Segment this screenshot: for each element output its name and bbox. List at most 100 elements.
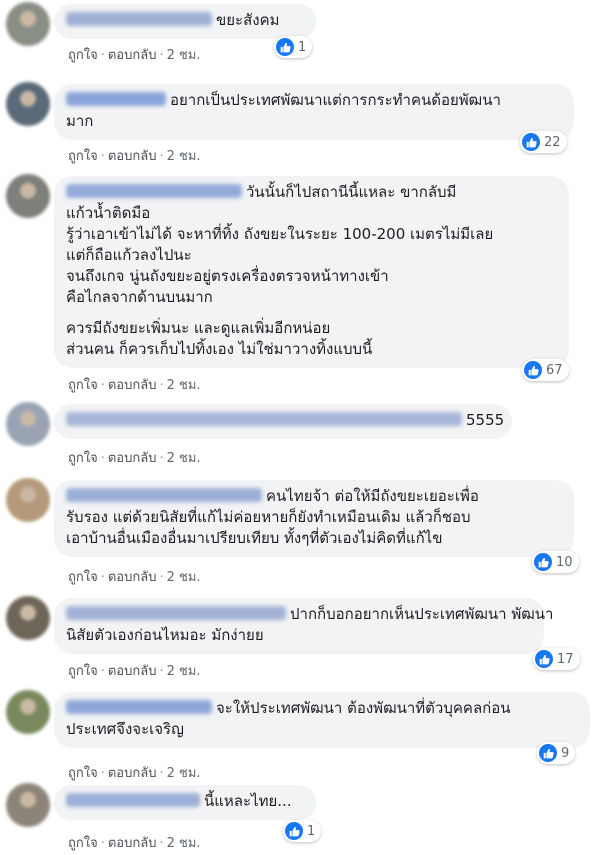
timestamp[interactable]: 2 ชม. — [167, 378, 201, 393]
comment-text-line: 5555 — [66, 410, 504, 431]
reply-button[interactable]: ตอบกลับ — [108, 836, 157, 851]
avatar[interactable] — [6, 478, 50, 522]
comment-text-line: รับรอง แต่ด้วยนิสัยที่แก้ไม่ค่อยหายก็ยัง… — [66, 507, 562, 528]
timestamp[interactable]: 2 ชม. — [167, 48, 201, 63]
commenter-name[interactable] — [66, 92, 166, 106]
comment-bubble: 5555 — [54, 404, 512, 439]
commenter-name[interactable] — [66, 412, 462, 426]
timestamp[interactable]: 2 ชม. — [167, 570, 201, 585]
comment-bubble: ขยะสังคม — [54, 4, 316, 39]
reply-button[interactable]: ตอบกลับ — [108, 48, 157, 63]
timestamp[interactable]: 2 ชม. — [167, 766, 201, 781]
like-count: 1 — [307, 823, 316, 839]
thumbs-up-icon — [534, 553, 552, 571]
timestamp[interactable]: 2 ชม. — [167, 451, 201, 466]
timestamp[interactable]: 2 ชม. — [167, 664, 201, 679]
timestamp[interactable]: 2 ชม. — [167, 149, 201, 164]
avatar[interactable] — [6, 82, 50, 126]
comment-text-line: เอาบ้านอื่นเมืองอื่นมาเปรียบเทียบ ทั้งๆท… — [66, 528, 562, 549]
like-count: 22 — [544, 134, 561, 150]
comment-text: คนไทยจ้า ต่อให้มีถังขยะเยอะเพื่อ — [266, 487, 479, 505]
reply-button[interactable]: ตอบกลับ — [108, 570, 157, 585]
comment-text-line: ส่วนคน ก็ควรเก็บไปทิ้งเอง ไม่ใช่มาวางทิ้… — [66, 339, 557, 360]
avatar[interactable] — [6, 402, 50, 446]
thumbs-up-icon — [524, 361, 542, 379]
like-button[interactable]: ถูกใจ — [68, 664, 98, 679]
comment-actions: ถูกใจ · ตอบกลับ · 2 ชม. — [68, 762, 201, 783]
comment-text: แต่ก็ถือแก้วลงไปนะ — [66, 246, 192, 264]
separator-dot: · — [100, 570, 105, 585]
separator-dot: · — [159, 378, 164, 393]
reply-button[interactable]: ตอบกลับ — [108, 451, 157, 466]
reply-button[interactable]: ตอบกลับ — [108, 149, 157, 164]
comment-text: วันนั้นก็ไปสถานีนี้แหละ ขากลับมี — [246, 183, 457, 201]
commenter-name[interactable] — [66, 488, 262, 502]
reaction-count[interactable]: 17 — [533, 648, 580, 670]
comment-text-line: ประเทศจึงจะเจริญ — [66, 719, 578, 740]
thumbs-up-icon — [522, 133, 540, 151]
reply-button[interactable]: ตอบกลับ — [108, 664, 157, 679]
reaction-count[interactable]: 1 — [274, 36, 313, 58]
thumbs-up-icon — [535, 650, 553, 668]
avatar[interactable] — [6, 690, 50, 734]
avatar[interactable] — [6, 783, 50, 827]
separator-dot: · — [159, 149, 164, 164]
comment-text-line: ขยะสังคม — [66, 10, 304, 31]
comment-text-line: จะให้ประเทศพัฒนา ต้องพัฒนาที่ตัวบุคคลก่อ… — [66, 698, 578, 719]
like-button[interactable]: ถูกใจ — [68, 451, 98, 466]
comment-text-line: นี้แหละไทย... — [66, 791, 304, 812]
comment-text-line: แก้วน้ำติดมือ — [66, 203, 557, 224]
reaction-count[interactable]: 22 — [520, 131, 567, 153]
comment-text: รับรอง แต่ด้วยนิสัยที่แก้ไม่ค่อยหายก็ยัง… — [66, 508, 471, 526]
separator-dot: · — [159, 836, 164, 851]
reply-button[interactable]: ตอบกลับ — [108, 378, 157, 393]
avatar[interactable] — [6, 174, 50, 218]
commenter-name[interactable] — [66, 793, 200, 807]
comment-actions: ถูกใจ · ตอบกลับ · 2 ชม. — [68, 374, 201, 395]
like-button[interactable]: ถูกใจ — [68, 570, 98, 585]
comment-text: ขยะสังคม — [216, 11, 280, 29]
commenter-name[interactable] — [66, 12, 212, 26]
separator-dot: · — [100, 378, 105, 393]
like-button[interactable]: ถูกใจ — [68, 766, 98, 781]
comment-text-line: วันนั้นก็ไปสถานีนี้แหละ ขากลับมี — [66, 182, 557, 203]
thumbs-up-icon — [276, 38, 294, 56]
commenter-name[interactable] — [66, 606, 286, 620]
like-button[interactable]: ถูกใจ — [68, 48, 98, 63]
comment-actions: ถูกใจ · ตอบกลับ · 2 ชม. — [68, 145, 201, 166]
comment-actions: ถูกใจ · ตอบกลับ · 2 ชม. — [68, 44, 201, 65]
comment-bubble: คนไทยจ้า ต่อให้มีถังขยะเยอะเพื่อรับรอง แ… — [54, 480, 574, 557]
avatar[interactable] — [6, 596, 50, 640]
commenter-name[interactable] — [66, 184, 242, 198]
comment-text: แก้วน้ำติดมือ — [66, 204, 151, 222]
like-button[interactable]: ถูกใจ — [68, 378, 98, 393]
like-button[interactable]: ถูกใจ — [68, 836, 98, 851]
thumbs-up-icon — [285, 822, 303, 840]
commenter-name[interactable] — [66, 700, 212, 714]
like-count: 9 — [561, 745, 570, 761]
separator-dot: · — [159, 451, 164, 466]
reaction-count[interactable]: 10 — [532, 551, 579, 573]
separator-dot: · — [100, 836, 105, 851]
comment-text-line: รู้ว่าเอาเข้าไม่ได้ จะหาที่ทิ้ง ถังขยะใน… — [66, 224, 557, 245]
comment-text: ส่วนคน ก็ควรเก็บไปทิ้งเอง ไม่ใช่มาวางทิ้… — [66, 340, 373, 358]
like-button[interactable]: ถูกใจ — [68, 149, 98, 164]
comment-text-line: แต่ก็ถือแก้วลงไปนะ — [66, 245, 557, 266]
comment-text: อยากเป็นประเทศพัฒนาแต่การกระทำคนด้อยพัฒน… — [170, 91, 501, 109]
reaction-count[interactable]: 9 — [537, 742, 576, 764]
comment-text-line: คนไทยจ้า ต่อให้มีถังขยะเยอะเพื่อ — [66, 486, 562, 507]
separator-dot: · — [100, 48, 105, 63]
reply-button[interactable]: ตอบกลับ — [108, 766, 157, 781]
separator-dot: · — [159, 48, 164, 63]
like-count: 17 — [557, 651, 574, 667]
comment-text-line: คือไกลจากด้านบนมาก — [66, 287, 557, 308]
reaction-count[interactable]: 1 — [283, 820, 322, 842]
comment-text-line: ควรมีถังขยะเพิ่มนะ และดูแลเพิ่มอีกหน่อย — [66, 318, 557, 339]
avatar[interactable] — [6, 2, 50, 46]
comment-text: มาก — [66, 112, 94, 130]
timestamp[interactable]: 2 ชม. — [167, 836, 201, 851]
comment-text: จะให้ประเทศพัฒนา ต้องพัฒนาที่ตัวบุคคลก่อ… — [216, 699, 511, 717]
comment-text-line: มาก — [66, 111, 562, 132]
reaction-count[interactable]: 67 — [522, 359, 569, 381]
